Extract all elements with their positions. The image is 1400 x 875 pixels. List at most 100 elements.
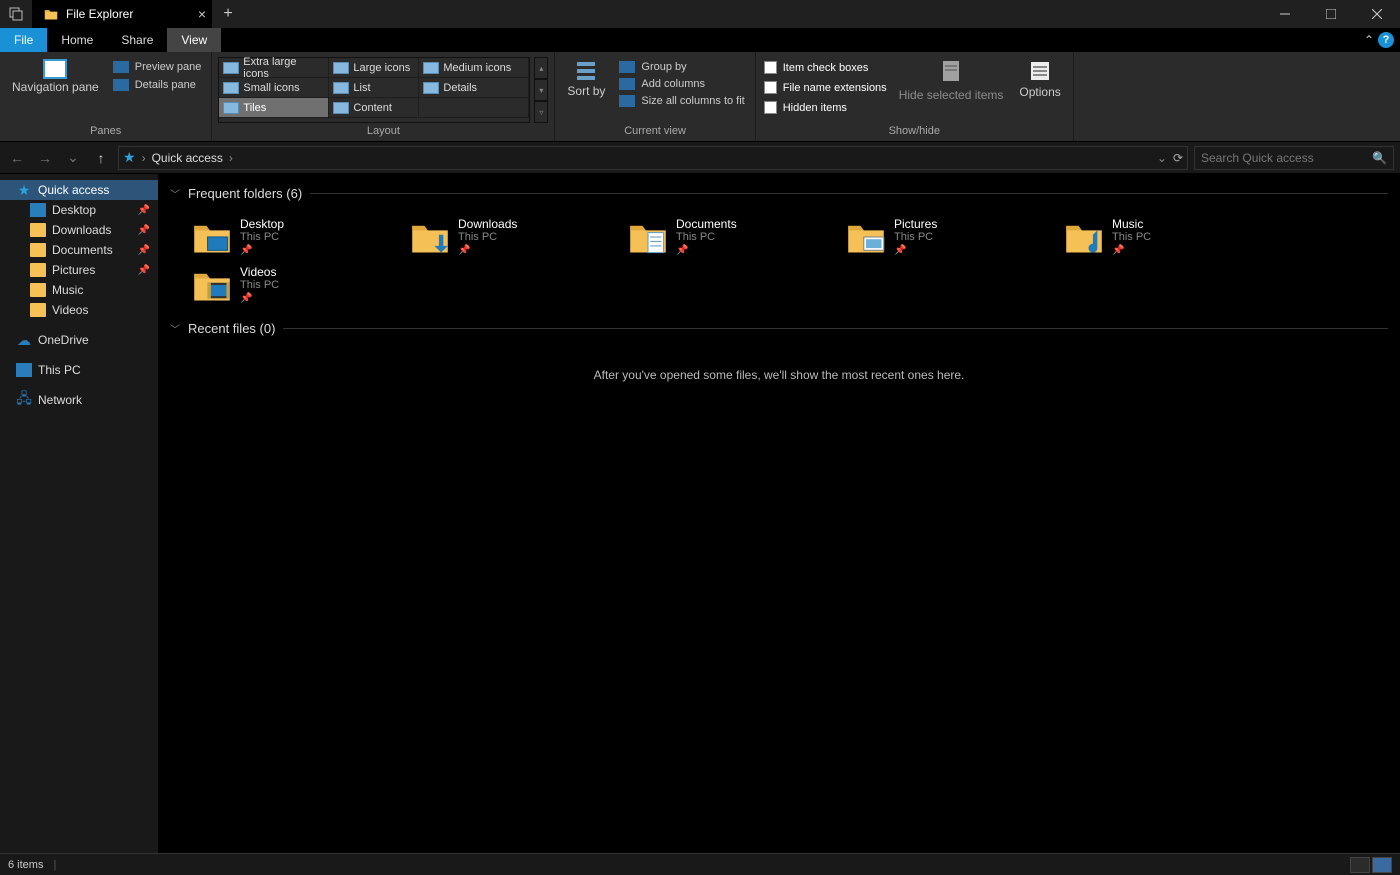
tab-file-explorer[interactable]: File Explorer × xyxy=(32,0,212,28)
breadcrumb-sep: › xyxy=(142,151,146,165)
frequent-folders-header[interactable]: ﹀ Frequent folders (6) xyxy=(158,182,1400,205)
layout-list[interactable]: List xyxy=(329,78,419,98)
folder-name: Videos xyxy=(240,265,279,279)
documents-icon xyxy=(30,243,46,257)
sidebar-music[interactable]: Music xyxy=(0,280,158,300)
folder-tile-desktop[interactable]: DesktopThis PC📌 xyxy=(188,213,406,261)
folder-name: Pictures xyxy=(894,217,937,231)
sidebar-pictures[interactable]: Pictures📌 xyxy=(0,260,158,280)
pin-icon: 📌 xyxy=(240,293,279,304)
preview-pane-button[interactable]: Preview pane xyxy=(109,59,206,75)
sidebar-desktop[interactable]: Desktop📌 xyxy=(0,200,158,220)
folder-tile-videos[interactable]: VideosThis PC📌 xyxy=(188,261,406,309)
folder-name: Documents xyxy=(676,217,737,231)
navigation-pane-button[interactable]: Navigation pane xyxy=(6,57,105,96)
hidden-items-toggle[interactable]: Hidden items xyxy=(762,99,889,116)
recent-files-empty-message: After you've opened some files, we'll sh… xyxy=(158,340,1400,410)
downloads-icon xyxy=(30,223,46,237)
new-tab-button[interactable]: + xyxy=(212,0,244,28)
pictures-icon xyxy=(30,263,46,277)
menu-file[interactable]: File xyxy=(0,28,47,52)
sidebar-downloads[interactable]: Downloads📌 xyxy=(0,220,158,240)
hide-selected-button[interactable]: Hide selected items xyxy=(893,57,1010,104)
status-item-count: 6 items xyxy=(8,859,43,871)
add-columns-button[interactable]: Add columns xyxy=(615,76,748,92)
tiles-view-button[interactable] xyxy=(1372,857,1392,873)
folder-tile-pictures[interactable]: PicturesThis PC📌 xyxy=(842,213,1060,261)
menu-home[interactable]: Home xyxy=(47,28,107,52)
layout-gallery: Extra large icons Large icons Medium ico… xyxy=(218,57,530,123)
group-label-showhide: Show/hide xyxy=(762,123,1067,139)
details-view-button[interactable] xyxy=(1350,857,1370,873)
help-icon[interactable]: ? xyxy=(1378,32,1394,48)
layout-scroll[interactable]: ▴▾▿ xyxy=(534,57,548,123)
preview-pane-icon xyxy=(113,61,129,73)
file-name-extensions-toggle[interactable]: File name extensions xyxy=(762,79,889,96)
chevron-down-icon: ﹀ xyxy=(170,321,180,336)
pin-icon: 📌 xyxy=(138,205,150,216)
pin-icon: 📌 xyxy=(676,245,737,256)
pin-icon: 📌 xyxy=(138,225,150,236)
sidebar-videos[interactable]: Videos xyxy=(0,300,158,320)
recent-files-header[interactable]: ﹀ Recent files (0) xyxy=(158,317,1400,340)
size-columns-button[interactable]: Size all columns to fit xyxy=(615,93,748,109)
folder-location: This PC xyxy=(1112,231,1151,243)
sidebar-network[interactable]: 🖧Network xyxy=(0,390,158,410)
menu-share[interactable]: Share xyxy=(107,28,167,52)
group-by-button[interactable]: Group by xyxy=(615,59,748,75)
search-placeholder: Search Quick access xyxy=(1201,151,1314,165)
sidebar-onedrive[interactable]: ☁OneDrive xyxy=(0,330,158,350)
folder-tile-music[interactable]: MusicThis PC📌 xyxy=(1060,213,1278,261)
details-pane-button[interactable]: Details pane xyxy=(109,77,206,93)
tab-close-icon[interactable]: × xyxy=(198,6,206,22)
recent-locations-button[interactable]: ⌄ xyxy=(62,147,84,169)
sidebar-quick-access[interactable]: ★Quick access xyxy=(0,180,158,200)
chevron-down-icon: ﹀ xyxy=(170,186,180,201)
group-label-layout: Layout xyxy=(218,123,548,139)
breadcrumb-sep2: › xyxy=(229,151,233,165)
address-bar[interactable]: ★ › Quick access › ⌄ ⟳ xyxy=(118,146,1188,170)
sidebar-documents[interactable]: Documents📌 xyxy=(0,240,158,260)
pin-icon: 📌 xyxy=(458,245,517,256)
layout-large[interactable]: Large icons xyxy=(329,58,419,78)
options-button[interactable]: Options xyxy=(1013,57,1066,101)
navigation-pane: ★Quick access Desktop📌 Downloads📌 Docume… xyxy=(0,174,158,853)
close-button[interactable] xyxy=(1354,0,1400,28)
folder-tile-documents[interactable]: DocumentsThis PC📌 xyxy=(624,213,842,261)
pin-icon: 📌 xyxy=(1112,245,1151,256)
forward-button[interactable]: → xyxy=(34,147,56,169)
search-box[interactable]: Search Quick access 🔍 xyxy=(1194,146,1394,170)
collapse-ribbon-icon[interactable]: ⌃ xyxy=(1364,33,1374,47)
cloud-icon: ☁ xyxy=(16,333,32,347)
maximize-button[interactable] xyxy=(1308,0,1354,28)
layout-tiles[interactable]: Tiles xyxy=(219,98,329,118)
menu-view[interactable]: View xyxy=(167,28,221,52)
group-label-panes: Panes xyxy=(6,123,205,139)
address-dropdown-icon[interactable]: ⌄ xyxy=(1157,151,1167,165)
folder-location: This PC xyxy=(458,231,517,243)
sort-by-button[interactable]: Sort by xyxy=(561,57,611,100)
folder-icon xyxy=(44,7,58,21)
content-area: ﹀ Frequent folders (6) DesktopThis PC📌 Do… xyxy=(158,174,1400,853)
breadcrumb-location[interactable]: Quick access xyxy=(152,151,223,165)
back-button[interactable]: ← xyxy=(6,147,28,169)
folder-icon xyxy=(192,217,232,257)
layout-details[interactable]: Details xyxy=(419,78,529,98)
frequent-folders-tiles: DesktopThis PC📌DownloadsThis PC📌Document… xyxy=(158,205,1400,317)
folder-icon xyxy=(628,217,668,257)
layout-content[interactable]: Content xyxy=(329,98,419,118)
layout-small[interactable]: Small icons xyxy=(219,78,329,98)
menu-bar: File Home Share View ⌃ ? xyxy=(0,28,1400,52)
layout-extra-large[interactable]: Extra large icons xyxy=(219,58,329,78)
search-icon: 🔍 xyxy=(1372,151,1387,165)
minimize-button[interactable] xyxy=(1262,0,1308,28)
refresh-icon[interactable]: ⟳ xyxy=(1173,151,1183,165)
group-by-icon xyxy=(619,61,635,73)
layout-medium[interactable]: Medium icons xyxy=(419,58,529,78)
sidebar-this-pc[interactable]: This PC xyxy=(0,360,158,380)
item-check-boxes-toggle[interactable]: Item check boxes xyxy=(762,59,889,76)
up-button[interactable]: ↑ xyxy=(90,147,112,169)
folder-icon xyxy=(846,217,886,257)
multitask-icon[interactable] xyxy=(0,0,32,28)
folder-tile-downloads[interactable]: DownloadsThis PC📌 xyxy=(406,213,624,261)
